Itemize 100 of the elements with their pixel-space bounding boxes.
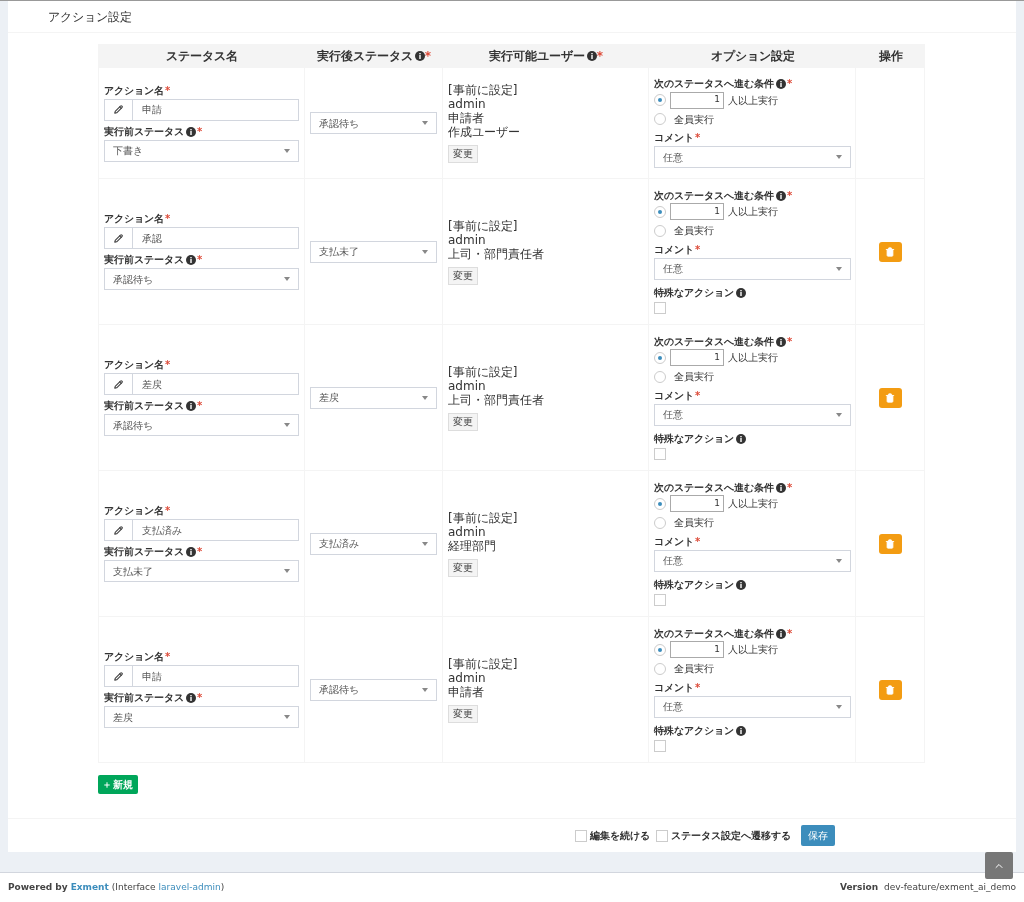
field-label: 実行前ステータス bbox=[104, 254, 184, 266]
user-entry: admin bbox=[448, 670, 487, 685]
after-status-select[interactable]: 承認待ち bbox=[310, 112, 437, 134]
radio-label: 全員実行 bbox=[674, 224, 714, 238]
info-icon bbox=[776, 79, 786, 89]
checkbox[interactable] bbox=[654, 593, 666, 606]
field-label: 次のステータスへ進む条件 bbox=[654, 481, 774, 494]
required-mark: * bbox=[197, 125, 203, 138]
before-status-select[interactable]: 差戻 bbox=[104, 706, 299, 728]
action-name-field[interactable]: 承認 bbox=[104, 227, 299, 249]
field-label: コメント bbox=[654, 132, 694, 144]
user-entry: admin bbox=[448, 97, 487, 111]
field-label: コメント bbox=[654, 389, 694, 402]
after-status-select[interactable]: 差戻 bbox=[310, 386, 437, 409]
field-label: 次のステータスへ進む条件 bbox=[654, 189, 774, 202]
change-button[interactable]: 変更 bbox=[448, 266, 478, 285]
users-heading: [事前に設定] bbox=[448, 656, 519, 671]
change-button[interactable]: 変更 bbox=[448, 412, 478, 431]
pencil-icon bbox=[114, 233, 123, 243]
before-status-select[interactable]: 承認待ち bbox=[104, 268, 299, 290]
column-header: オプション設定 bbox=[710, 47, 795, 65]
after-status-select[interactable]: 支払済み bbox=[310, 532, 437, 555]
user-entry: 経理部門 bbox=[448, 538, 497, 553]
action-name-field[interactable]: 支払済み bbox=[104, 519, 299, 541]
field-label: アクション名 bbox=[104, 213, 164, 225]
comment-select[interactable]: 任意 bbox=[654, 403, 851, 426]
field-label: アクション名 bbox=[104, 359, 164, 371]
save-button[interactable]: 保存 bbox=[801, 825, 835, 846]
info-icon bbox=[776, 190, 786, 201]
delete-button[interactable] bbox=[878, 387, 902, 408]
count-field[interactable]: 1 bbox=[670, 349, 724, 366]
after-status-select[interactable]: 承認待ち bbox=[310, 678, 437, 701]
field-label: 特殊なアクション bbox=[654, 432, 734, 445]
comment-select[interactable]: 任意 bbox=[654, 549, 851, 572]
before-status-select[interactable]: 承認待ち bbox=[104, 414, 299, 436]
after-status-select[interactable]: 支払未了 bbox=[310, 240, 437, 263]
required-mark: * bbox=[787, 481, 793, 494]
scroll-top-button[interactable] bbox=[985, 852, 1013, 879]
radio-label: 人以上実行 bbox=[728, 351, 778, 365]
comment-select[interactable]: 任意 bbox=[654, 146, 851, 168]
interface-suffix: ) bbox=[220, 880, 225, 894]
caret-icon bbox=[284, 715, 290, 719]
info-icon bbox=[776, 336, 786, 347]
brand-link[interactable]: Exment bbox=[70, 880, 109, 895]
checkbox[interactable] bbox=[654, 301, 666, 314]
field-label: アクション名 bbox=[104, 84, 164, 97]
checkbox[interactable] bbox=[654, 447, 666, 460]
action-name-field[interactable]: 申請 bbox=[104, 98, 299, 121]
delete-button[interactable] bbox=[878, 533, 902, 554]
interface-link[interactable]: laravel-admin bbox=[158, 880, 221, 895]
radio-label: 全員実行 bbox=[674, 112, 714, 127]
delete-button[interactable] bbox=[878, 679, 902, 700]
user-entry: 申請者 bbox=[448, 684, 485, 699]
radio-label: 全員実行 bbox=[674, 516, 714, 530]
checkbox[interactable] bbox=[575, 829, 587, 842]
radio-label: 全員実行 bbox=[674, 370, 714, 384]
comment-select[interactable]: 任意 bbox=[654, 695, 851, 718]
required-mark: * bbox=[596, 47, 604, 65]
count-field[interactable]: 1 bbox=[670, 495, 724, 512]
field-label: 特殊なアクション bbox=[654, 286, 734, 299]
before-status-select[interactable]: 下書き bbox=[104, 139, 299, 162]
radio-label: 人以上実行 bbox=[728, 93, 778, 108]
required-mark: * bbox=[424, 47, 432, 65]
required-mark: * bbox=[787, 189, 793, 202]
section-title: アクション設定 bbox=[48, 8, 132, 26]
column-header: 実行可能ユーザー bbox=[488, 47, 585, 65]
field-label: コメント bbox=[654, 535, 694, 548]
checkbox[interactable] bbox=[656, 829, 668, 842]
radio-label: 人以上実行 bbox=[728, 497, 778, 511]
count-field[interactable]: 1 bbox=[670, 91, 724, 109]
pencil-icon bbox=[114, 105, 123, 114]
trash-icon bbox=[885, 246, 895, 257]
caret-icon bbox=[836, 155, 842, 159]
info-icon bbox=[736, 287, 746, 298]
info-icon bbox=[186, 547, 196, 557]
field-label: 次のステータスへ進む条件 bbox=[654, 335, 774, 348]
option-label: 編集を続ける bbox=[590, 829, 650, 843]
field-label: 特殊なアクション bbox=[654, 724, 734, 737]
pencil-icon bbox=[114, 525, 123, 535]
comment-select[interactable]: 任意 bbox=[654, 257, 851, 280]
count-field[interactable]: 1 bbox=[670, 203, 724, 220]
info-icon bbox=[736, 433, 746, 444]
count-field[interactable]: 1 bbox=[670, 641, 724, 658]
change-button[interactable]: 変更 bbox=[448, 145, 478, 163]
trash-icon bbox=[885, 392, 895, 403]
checkbox[interactable] bbox=[654, 739, 666, 752]
before-status-select[interactable]: 支払未了 bbox=[104, 560, 299, 582]
delete-button[interactable] bbox=[878, 241, 902, 262]
required-mark: * bbox=[197, 692, 203, 704]
interface-prefix: (Interface bbox=[111, 880, 156, 894]
action-name-field[interactable]: 申請 bbox=[104, 665, 299, 687]
field-label: 実行前ステータス bbox=[104, 125, 184, 138]
required-mark: * bbox=[165, 213, 171, 225]
caret-icon bbox=[836, 704, 842, 709]
action-name-field[interactable]: 差戻 bbox=[104, 373, 299, 395]
change-button[interactable]: 変更 bbox=[448, 558, 478, 577]
caret-icon bbox=[836, 266, 842, 271]
change-button[interactable]: 変更 bbox=[448, 704, 478, 723]
radio-label: 人以上実行 bbox=[728, 643, 778, 657]
caret-icon bbox=[836, 558, 842, 563]
